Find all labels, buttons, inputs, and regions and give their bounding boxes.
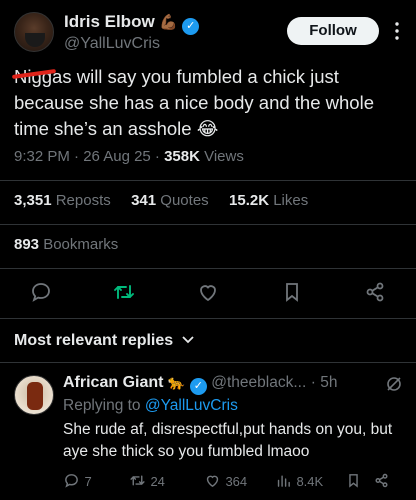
author-handle[interactable]: @YallLuvCris	[64, 35, 160, 53]
like-icon	[206, 475, 219, 488]
views-icon	[277, 475, 290, 487]
likes-stat[interactable]: 15.2K Likes	[229, 192, 308, 209]
follow-button[interactable]: Follow	[287, 17, 379, 45]
grok-icon[interactable]	[384, 374, 404, 394]
reply-icon	[65, 474, 78, 488]
like-icon[interactable]	[196, 280, 220, 304]
divider	[0, 268, 416, 269]
bookmark-icon[interactable]	[280, 280, 304, 304]
reply-reply-button[interactable]: 7	[63, 472, 113, 491]
author-emoji: 💪🏾	[159, 14, 178, 31]
reply-avatar[interactable]	[14, 375, 54, 415]
divider	[0, 180, 416, 181]
stats-row: 3,351 Reposts 341 Quotes 15.2K Likes	[14, 192, 308, 209]
author-name[interactable]: Idris Elbow	[64, 12, 155, 31]
reply-icon[interactable]	[29, 280, 53, 304]
divider	[0, 362, 416, 363]
tweet-text: Niggas will say you fumbled a chick just…	[14, 66, 374, 139]
tweet-views-count: 358K	[164, 148, 200, 165]
reply-like-button[interactable]: 364	[204, 472, 264, 491]
reply-views-button[interactable]: 8.4K	[275, 472, 337, 491]
tweet-time[interactable]: 9:32 PM · 26 Aug 25 ·	[14, 148, 164, 165]
reply-bookmark-button[interactable]	[345, 472, 362, 491]
reply-text: She rude af, disrespectful,put hands on …	[63, 421, 393, 460]
tweet-views-label: Views	[199, 148, 244, 165]
bookmark-icon	[349, 474, 358, 488]
quotes-stat[interactable]: 341 Quotes	[131, 192, 209, 209]
chevron-down-icon	[181, 331, 194, 349]
verified-badge-icon: ✓	[189, 378, 207, 395]
verified-badge-icon: ✓	[182, 18, 200, 35]
reply-author-handle[interactable]: @theeblack...	[211, 374, 306, 391]
author-name-row[interactable]: Idris Elbow 💪🏾 ✓	[64, 12, 200, 35]
tweet-meta: 9:32 PM · 26 Aug 25 · 358K Views	[14, 148, 244, 165]
reply-header-row: African Giant 🐆 ✓ @theeblack... · 5h	[63, 374, 403, 395]
reply-share-button[interactable]	[373, 472, 390, 491]
replies-sort-label: Most relevant replies	[14, 332, 174, 349]
author-avatar[interactable]	[14, 12, 54, 52]
repost-icon[interactable]	[112, 280, 136, 304]
more-options-icon[interactable]	[394, 20, 400, 42]
reply-repost-button[interactable]: 24	[129, 472, 189, 491]
reply-time: · 5h	[310, 374, 338, 391]
replies-sort-dropdown[interactable]: Most relevant replies	[14, 331, 194, 350]
replying-to-prefix: Replying to	[63, 397, 145, 414]
bookmarks-stat[interactable]: 893 Bookmarks	[14, 236, 118, 253]
share-icon	[375, 473, 388, 488]
share-icon[interactable]	[363, 280, 387, 304]
divider	[0, 224, 416, 225]
replying-to-line: Replying to @YallLuvCris	[63, 397, 238, 415]
replying-to-link[interactable]: @YallLuvCris	[145, 397, 238, 414]
reply-author-emoji: 🐆	[167, 374, 186, 390]
divider	[0, 318, 416, 319]
reposts-stat[interactable]: 3,351 Reposts	[14, 192, 111, 209]
repost-icon	[130, 475, 145, 486]
reply-author-name[interactable]: African Giant	[63, 374, 163, 391]
